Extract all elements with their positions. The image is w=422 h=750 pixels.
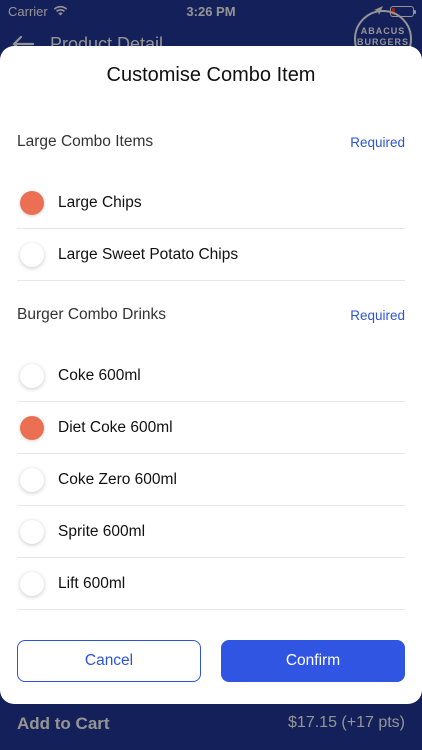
option-label: Lift 600ml: [58, 574, 126, 592]
option-label: Large Sweet Potato Chips: [58, 245, 239, 263]
option-label: Diet Coke 600ml: [58, 418, 173, 436]
radio-unselected[interactable]: [20, 571, 44, 596]
option-lift-600ml[interactable]: Lift 600ml: [17, 558, 405, 610]
section-header-combo-drinks: Burger Combo Drinks Required: [17, 303, 405, 327]
option-label: Coke 600ml: [58, 366, 141, 384]
option-label: Large Chips: [58, 193, 142, 211]
confirm-button[interactable]: Confirm: [221, 640, 405, 682]
radio-unselected[interactable]: [20, 519, 44, 544]
option-diet-coke-600ml[interactable]: Diet Coke 600ml: [17, 402, 405, 454]
option-large-sweet-potato-chips[interactable]: Large Sweet Potato Chips: [17, 229, 405, 281]
required-badge: Required: [350, 307, 405, 323]
section-name: Burger Combo Drinks: [17, 306, 167, 323]
option-label: Sprite 600ml: [58, 522, 146, 540]
modal-title: Customise Combo Item: [106, 64, 316, 86]
required-badge: Required: [350, 134, 405, 150]
option-coke-zero-600ml[interactable]: Coke Zero 600ml: [17, 454, 405, 506]
radio-selected[interactable]: [20, 190, 44, 215]
option-coke-600ml[interactable]: Coke 600ml: [17, 350, 405, 402]
radio-unselected[interactable]: [20, 467, 44, 492]
radio-unselected[interactable]: [20, 242, 44, 267]
radio-selected[interactable]: [20, 415, 44, 440]
combo-modal: Customise Combo Item Large Combo Items R…: [0, 46, 422, 704]
option-sprite-600ml[interactable]: Sprite 600ml: [17, 506, 405, 558]
section-name: Large Combo Items: [17, 133, 154, 150]
option-label: Coke Zero 600ml: [58, 470, 177, 488]
cancel-button[interactable]: Cancel: [17, 640, 201, 682]
section-header-large-combo: Large Combo Items Required: [17, 130, 405, 154]
option-large-chips[interactable]: Large Chips: [17, 177, 405, 229]
radio-unselected[interactable]: [20, 363, 44, 388]
